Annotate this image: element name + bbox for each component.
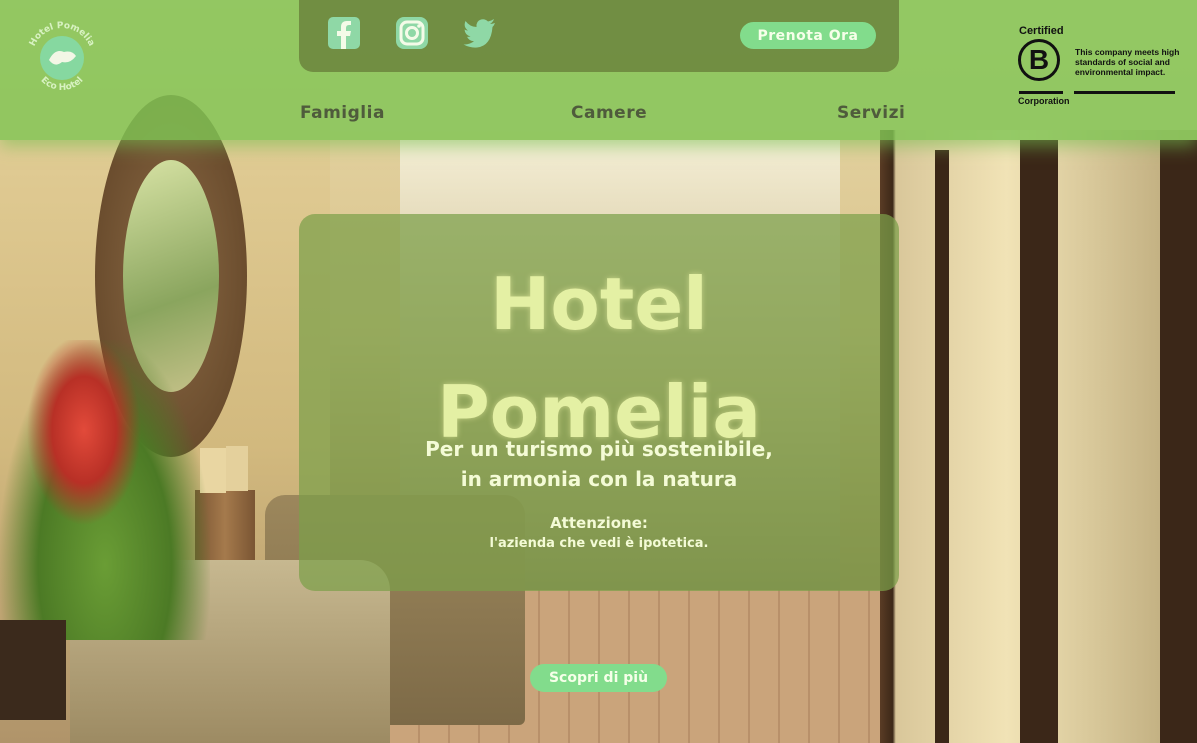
potted-plant [0,340,210,640]
bcorp-logo-icon: B [1018,39,1060,81]
hero-note-title: Attenzione: [550,514,648,532]
facebook-icon[interactable] [327,16,361,50]
bcorp-divider [1019,91,1063,94]
plant-pot [0,620,66,720]
hero-subtitle: Per un turismo più sostenibile, in armon… [425,437,773,491]
bcorp-badge: Certified B Corporation This company mee… [1017,25,1182,110]
nav-item-famiglia[interactable]: Famiglia [300,103,385,123]
hero-card: Hotel Pomelia Per un turismo più sosteni… [299,214,899,591]
discover-more-button[interactable]: Scopri di più [530,664,667,692]
bcorp-divider [1074,91,1175,94]
hotel-logo[interactable]: Hotel Pomelia Eco Hotel [22,18,102,98]
twitter-icon[interactable] [463,16,497,50]
bcorp-certified-label: Certified [1019,25,1064,37]
nav-item-camere[interactable]: Camere [571,103,647,123]
bcorp-letter: B [1028,44,1050,75]
candle [226,446,248,491]
hero-note: l'azienda che vedi è ipotetica. [489,536,709,551]
window-frame [1160,140,1197,743]
window-frame [1020,140,1058,743]
book-now-button[interactable]: Prenota Ora [740,22,876,49]
bcorp-description: This company meets high standards of soc… [1075,47,1180,77]
instagram-icon[interactable] [395,16,429,50]
window-frame [935,150,949,743]
bcorp-corporation-label: Corporation [1018,96,1070,106]
nav-item-servizi[interactable]: Servizi [837,103,905,123]
